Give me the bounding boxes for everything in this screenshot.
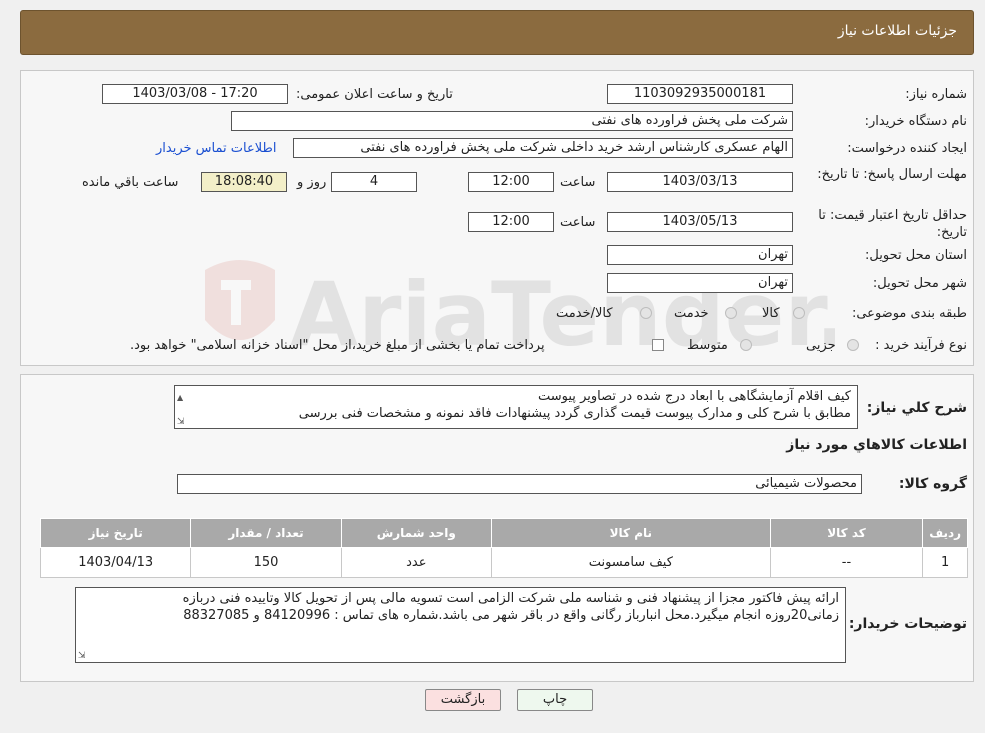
column-row-number: رديف bbox=[922, 518, 968, 548]
goods-table-header: رديف کد کالا نام کالا واحد شمارش تعداد /… bbox=[39, 518, 968, 548]
cell-item-code: -- bbox=[769, 547, 924, 578]
column-item-name: نام کالا bbox=[490, 518, 771, 548]
page-title: جزئیات اطلاعات نیاز bbox=[837, 23, 957, 39]
creator-field: الهام عسکری کارشناس ارشد خرید داخلی شرکت… bbox=[293, 138, 793, 158]
resize-handle-icon[interactable]: ⇲ bbox=[78, 648, 86, 662]
category-radio-service[interactable] bbox=[725, 307, 737, 319]
cell-row-number: 1 bbox=[922, 547, 968, 578]
days-remaining-field: 4 bbox=[331, 172, 417, 192]
delivery-province-field: تهران bbox=[607, 245, 793, 265]
announce-date-field: 1403/03/08 - 17:20 bbox=[102, 84, 288, 104]
delivery-city-field: تهران bbox=[607, 273, 793, 293]
price-validity-time-field: 12:00 bbox=[468, 212, 554, 232]
delivery-city-label: شهر محل تحویل: bbox=[872, 276, 967, 291]
buyer-notes-line-1: ارائه پیش فاکتور مجزا از پیشنهاد فنی و ش… bbox=[182, 591, 839, 606]
table-row[interactable]: 1 -- کیف سامسونت عدد 150 1403/04/13 bbox=[39, 547, 968, 578]
process-payment-note: پرداخت تمام یا بخشی از مبلغ خرید،از محل … bbox=[130, 338, 545, 353]
purchase-process-label: نوع فرآیند خرید : bbox=[875, 338, 967, 353]
goods-group-label: گروه کالا: bbox=[898, 476, 967, 492]
process-radio-medium[interactable] bbox=[740, 339, 752, 351]
page-header: جزئیات اطلاعات نیاز bbox=[20, 10, 974, 55]
need-number-field: 1103092935000181 bbox=[607, 84, 793, 104]
price-validity-label: حداقل تاریخ اعتبار قیمت: تا تاریخ: bbox=[818, 208, 967, 240]
scroll-up-icon[interactable]: ▲ bbox=[177, 389, 183, 406]
creator-label: ایجاد کننده درخواست: bbox=[847, 141, 967, 156]
column-item-code: کد کالا bbox=[769, 518, 924, 548]
goods-table: رديف کد کالا نام کالا واحد شمارش تعداد /… bbox=[39, 518, 968, 578]
category-option-goods-service: کالا/خدمت bbox=[556, 306, 613, 321]
category-option-service: خدمت bbox=[674, 306, 709, 321]
goods-group-field: محصولات شیمیائی bbox=[177, 474, 862, 494]
remaining-time-field: 18:08:40 bbox=[201, 172, 287, 192]
category-radio-goods-service[interactable] bbox=[640, 307, 652, 319]
column-unit: واحد شمارش bbox=[340, 518, 492, 548]
category-option-goods: کالا bbox=[762, 306, 780, 321]
deadline-hour-label: ساعت bbox=[560, 175, 596, 190]
column-need-date: تاريخ نياز bbox=[39, 518, 192, 548]
announce-date-label: تاریخ و ساعت اعلان عمومی: bbox=[296, 87, 453, 102]
cell-need-date: 1403/04/13 bbox=[39, 547, 192, 578]
price-validity-date-field: 1403/05/13 bbox=[607, 212, 793, 232]
deadline-time-field: 12:00 bbox=[468, 172, 554, 192]
cell-quantity: 150 bbox=[190, 547, 342, 578]
description-line-1: کیف اقلام آزمایشگاهی با ابعاد درج شده در… bbox=[538, 389, 851, 404]
buyer-notes-line-2: زمانی20روزه انجام میگیرد.محل انبارباز رگ… bbox=[183, 608, 839, 623]
cell-unit: عدد bbox=[340, 547, 492, 578]
description-label: شرح کلي نياز: bbox=[866, 400, 967, 416]
deadline-label: مهلت ارسال پاسخ: تا تاریخ: bbox=[817, 167, 967, 182]
print-button[interactable]: چاپ bbox=[517, 689, 593, 711]
buyer-notes-label: توضيحات خريدار: bbox=[848, 616, 967, 632]
goods-section-title: اطلاعات کالاهاي مورد نياز bbox=[786, 437, 967, 453]
days-label: روز و bbox=[297, 175, 327, 190]
description-textarea[interactable]: کیف اقلام آزمایشگاهی با ابعاد درج شده در… bbox=[174, 385, 858, 429]
remaining-time-label: ساعت باقي مانده bbox=[82, 175, 179, 190]
delivery-province-label: استان محل تحویل: bbox=[865, 248, 967, 263]
price-validity-hour-label: ساعت bbox=[560, 215, 596, 230]
treasury-checkbox[interactable] bbox=[652, 339, 664, 351]
process-radio-minor[interactable] bbox=[847, 339, 859, 351]
need-number-label: شماره نیاز: bbox=[905, 87, 967, 102]
process-option-minor: جزیی bbox=[806, 338, 836, 353]
deadline-date-field: 1403/03/13 bbox=[607, 172, 793, 192]
column-quantity: تعداد / مقدار bbox=[190, 518, 342, 548]
buyer-org-field: شرکت ملی پخش فراورده های نفتی bbox=[231, 111, 793, 131]
description-line-2: مطابق با شرح کلی و مدارک پیوست قیمت گذار… bbox=[298, 406, 851, 421]
category-radio-goods[interactable] bbox=[793, 307, 805, 319]
buyer-contact-link[interactable]: اطلاعات تماس خریدار bbox=[156, 141, 276, 156]
resize-handle-icon[interactable]: ⇲ bbox=[177, 414, 185, 428]
process-option-medium: متوسط bbox=[687, 338, 728, 353]
buyer-org-label: نام دستگاه خریدار: bbox=[864, 114, 967, 129]
back-button[interactable]: بازگشت bbox=[425, 689, 501, 711]
cell-item-name: کیف سامسونت bbox=[490, 547, 771, 578]
category-label: طبقه بندی موضوعی: bbox=[851, 306, 967, 321]
buyer-notes-textarea[interactable]: ارائه پیش فاکتور مجزا از پیشنهاد فنی و ش… bbox=[75, 587, 846, 663]
